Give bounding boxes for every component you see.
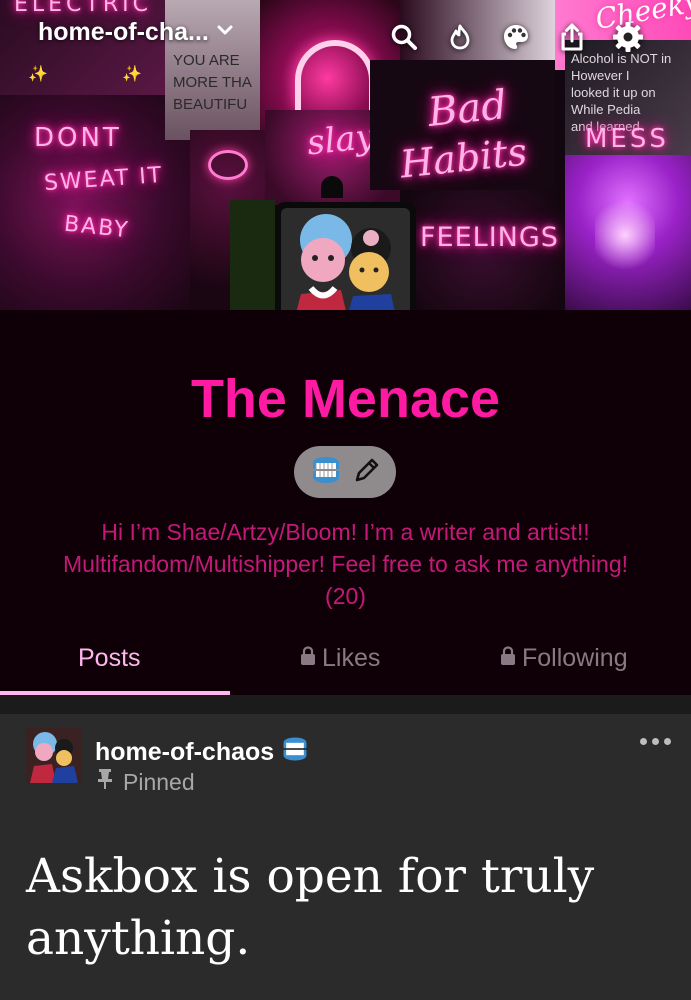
share-icon[interactable] <box>555 20 589 54</box>
teeth-emoji-icon <box>309 453 343 492</box>
collage-tile <box>565 155 691 310</box>
collage-text-looked: looked it up on <box>571 85 656 100</box>
tab-following-label: Following <box>522 644 628 672</box>
pinned-indicator: Pinned <box>97 768 195 796</box>
collage-text-mess: MESS <box>585 124 669 154</box>
collage-text-habits: Habits <box>398 129 529 187</box>
lock-icon <box>300 644 316 673</box>
collage-tile: FEELINGS <box>400 190 565 310</box>
edit-appearance-button[interactable] <box>294 446 396 498</box>
lamp-shape <box>321 176 343 198</box>
blog-switcher[interactable]: home-of-cha... <box>38 18 235 47</box>
collage-text-feelings: FEELINGS <box>420 222 559 253</box>
collage-tile: DONT SWEAT IT BABY <box>0 95 190 310</box>
tab-likes[interactable]: Likes <box>300 644 380 673</box>
tab-following[interactable]: Following <box>500 644 628 673</box>
pencil-icon <box>352 455 382 490</box>
tab-posts-label: Posts <box>78 644 141 672</box>
tab-likes-label: Likes <box>322 644 381 672</box>
chevron-down-icon <box>215 18 235 47</box>
collage-text-dont: DONT <box>34 123 122 153</box>
more-options-icon[interactable] <box>640 738 671 745</box>
post-author-label: home-of-chaos <box>95 738 275 766</box>
collage-text-beautiful: BEAUTIFU <box>173 96 248 113</box>
room-glow-shape <box>595 195 655 275</box>
flame-icon[interactable] <box>443 20 477 54</box>
blog-description: Hi I’m Shae/Artzy/Bloom! I’m a writer an… <box>62 519 629 609</box>
pin-icon <box>97 768 113 796</box>
collage-text-slay: slay <box>305 116 377 164</box>
gear-icon[interactable] <box>611 20 645 54</box>
collage-text-sweat-it: SWEAT IT <box>43 162 165 197</box>
post-body: Askbox is open for truly anything. <box>26 849 595 966</box>
top-bar-actions <box>387 20 645 54</box>
collage-text-while: While Pedia <box>571 102 641 117</box>
profile-section: The Menace Hi I’m Shae/Artzy/Bloom! I’m … <box>0 310 691 695</box>
blog-switcher-label: home-of-cha... <box>38 18 209 46</box>
pinned-label: Pinned <box>123 768 195 795</box>
pinned-post[interactable]: home-of-chaos Pinned Askbox is open for … <box>0 714 691 1000</box>
post-author-avatar[interactable] <box>26 728 81 783</box>
tab-posts[interactable]: Posts <box>78 644 141 673</box>
collage-text-baby: BABY <box>62 211 131 244</box>
palette-icon[interactable] <box>499 20 533 54</box>
search-icon[interactable] <box>387 20 421 54</box>
post-author-name[interactable]: home-of-chaos <box>95 734 310 771</box>
collage-text-bad: Bad <box>425 82 510 136</box>
collage-tile: Bad Habits <box>370 60 555 190</box>
lock-icon <box>500 644 516 673</box>
feed-divider <box>0 695 691 714</box>
blog-title: The Menace <box>190 369 501 429</box>
collage-tile <box>230 200 275 310</box>
profile-tabs: Posts Likes Following <box>0 638 691 695</box>
neon-swirl-shape <box>208 150 248 180</box>
top-bar: home-of-cha... <box>0 0 691 78</box>
teeth-emoji-icon <box>280 734 310 771</box>
